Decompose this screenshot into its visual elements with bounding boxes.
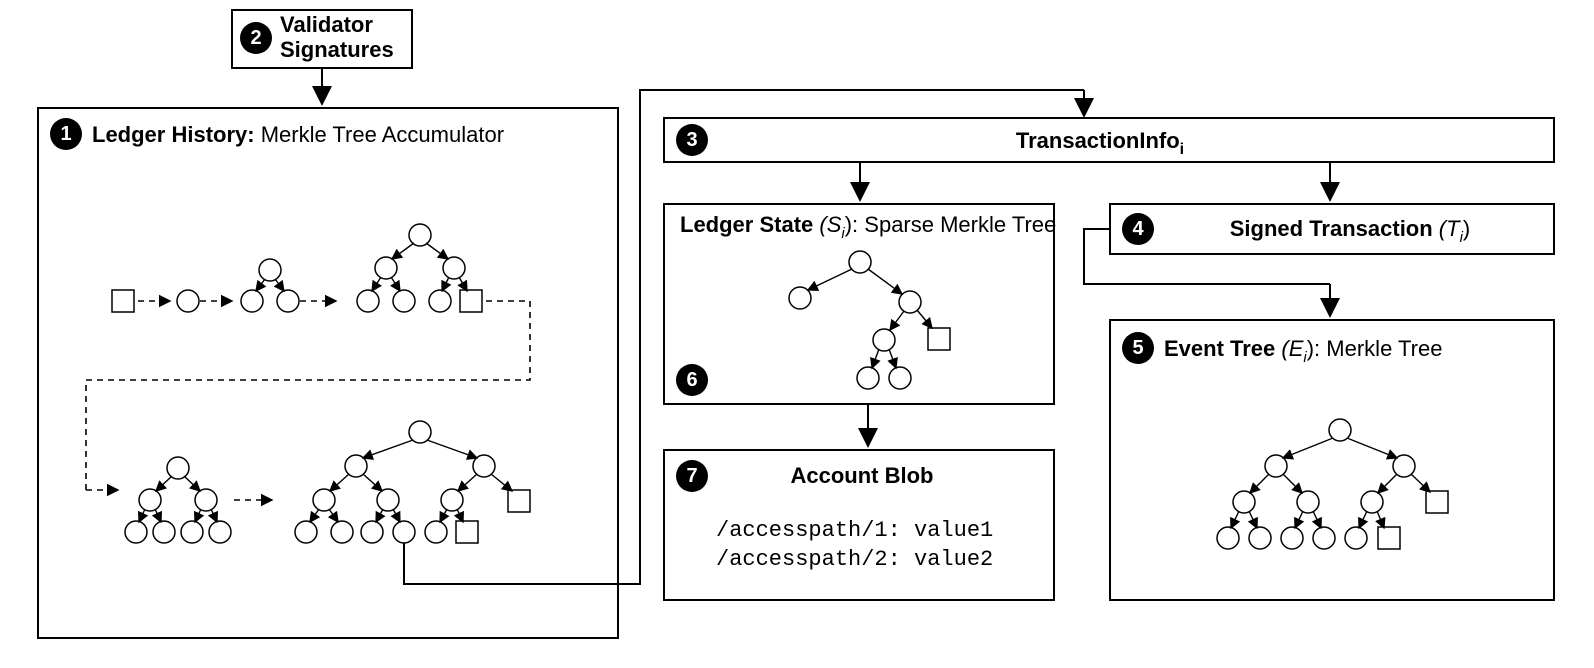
badge-1-num: 1	[60, 123, 71, 145]
badge-7-num: 7	[686, 465, 697, 487]
badge-5-num: 5	[1132, 337, 1143, 359]
badge-6-num: 6	[686, 369, 697, 391]
account-blob-line1: /accesspath/1: value1	[716, 518, 993, 543]
validator-line2: Signatures	[280, 37, 394, 62]
box-event-tree	[1110, 320, 1554, 600]
account-blob-title: Account Blob	[791, 463, 934, 488]
badge-2-num: 2	[250, 27, 261, 49]
badge-4-num: 4	[1132, 218, 1144, 240]
ledger-history-title: Ledger History: Merkle Tree Accumulator	[92, 122, 504, 147]
account-blob-line2: /accesspath/2: value2	[716, 547, 993, 572]
box-ledger-history	[38, 108, 618, 638]
acc-stage2-node	[177, 290, 199, 312]
acc-stage1-leaf	[112, 290, 134, 312]
diagram-canvas: 2 Validator Signatures 1 Ledger History:…	[0, 0, 1594, 668]
validator-line1: Validator	[280, 12, 373, 37]
badge-3-num: 3	[686, 129, 697, 151]
